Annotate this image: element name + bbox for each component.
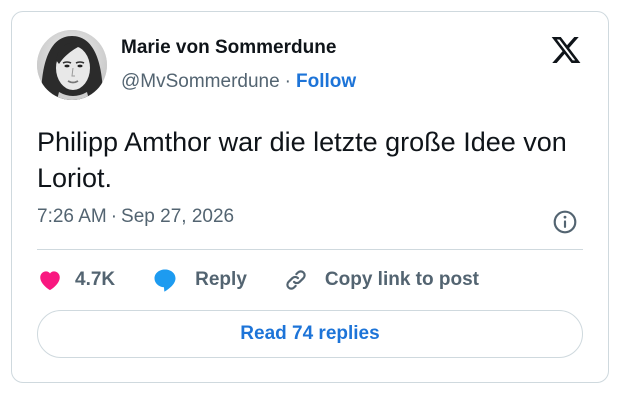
timestamp[interactable]: 7:26 AM · Sep 27, 2026 [37,206,234,228]
link-icon [283,267,309,293]
avatar-portrait [37,30,107,100]
reply-button[interactable]: Reply [151,266,247,294]
tweet-date[interactable]: Sep 27, 2026 [121,206,234,227]
tweet-time[interactable]: 7:26 AM [37,206,107,227]
read-replies-button[interactable]: Read 74 replies [37,310,583,358]
follow-button[interactable]: Follow [296,71,356,92]
user-handle[interactable]: @MvSommerdune [121,71,280,92]
reply-label: Reply [195,269,247,290]
like-count: 4.7K [75,269,116,290]
handle-row: @MvSommerdune · Follow [121,71,356,93]
reply-bubble-icon [151,266,179,294]
copy-link-button[interactable]: Copy link to post [283,267,479,293]
heart-icon [37,267,63,293]
tweet-text: Philipp Amthor war die letzte große Idee… [37,127,567,193]
divider [37,249,583,250]
copy-link-label: Copy link to post [324,269,479,290]
avatar[interactable] [37,30,107,100]
timestamp-separator: · [110,206,118,227]
tweet-card: Marie von Sommerdune @MvSommerdune · Follo… [11,11,609,383]
x-logo-icon[interactable] [550,34,582,66]
info-icon[interactable] [552,209,578,235]
display-name[interactable]: Marie von Sommerdune [121,37,336,59]
action-bar: 4.7K Reply Copy link to post [37,264,479,296]
like-button[interactable]: 4.7K [37,267,115,293]
separator-dot: · [284,71,291,92]
